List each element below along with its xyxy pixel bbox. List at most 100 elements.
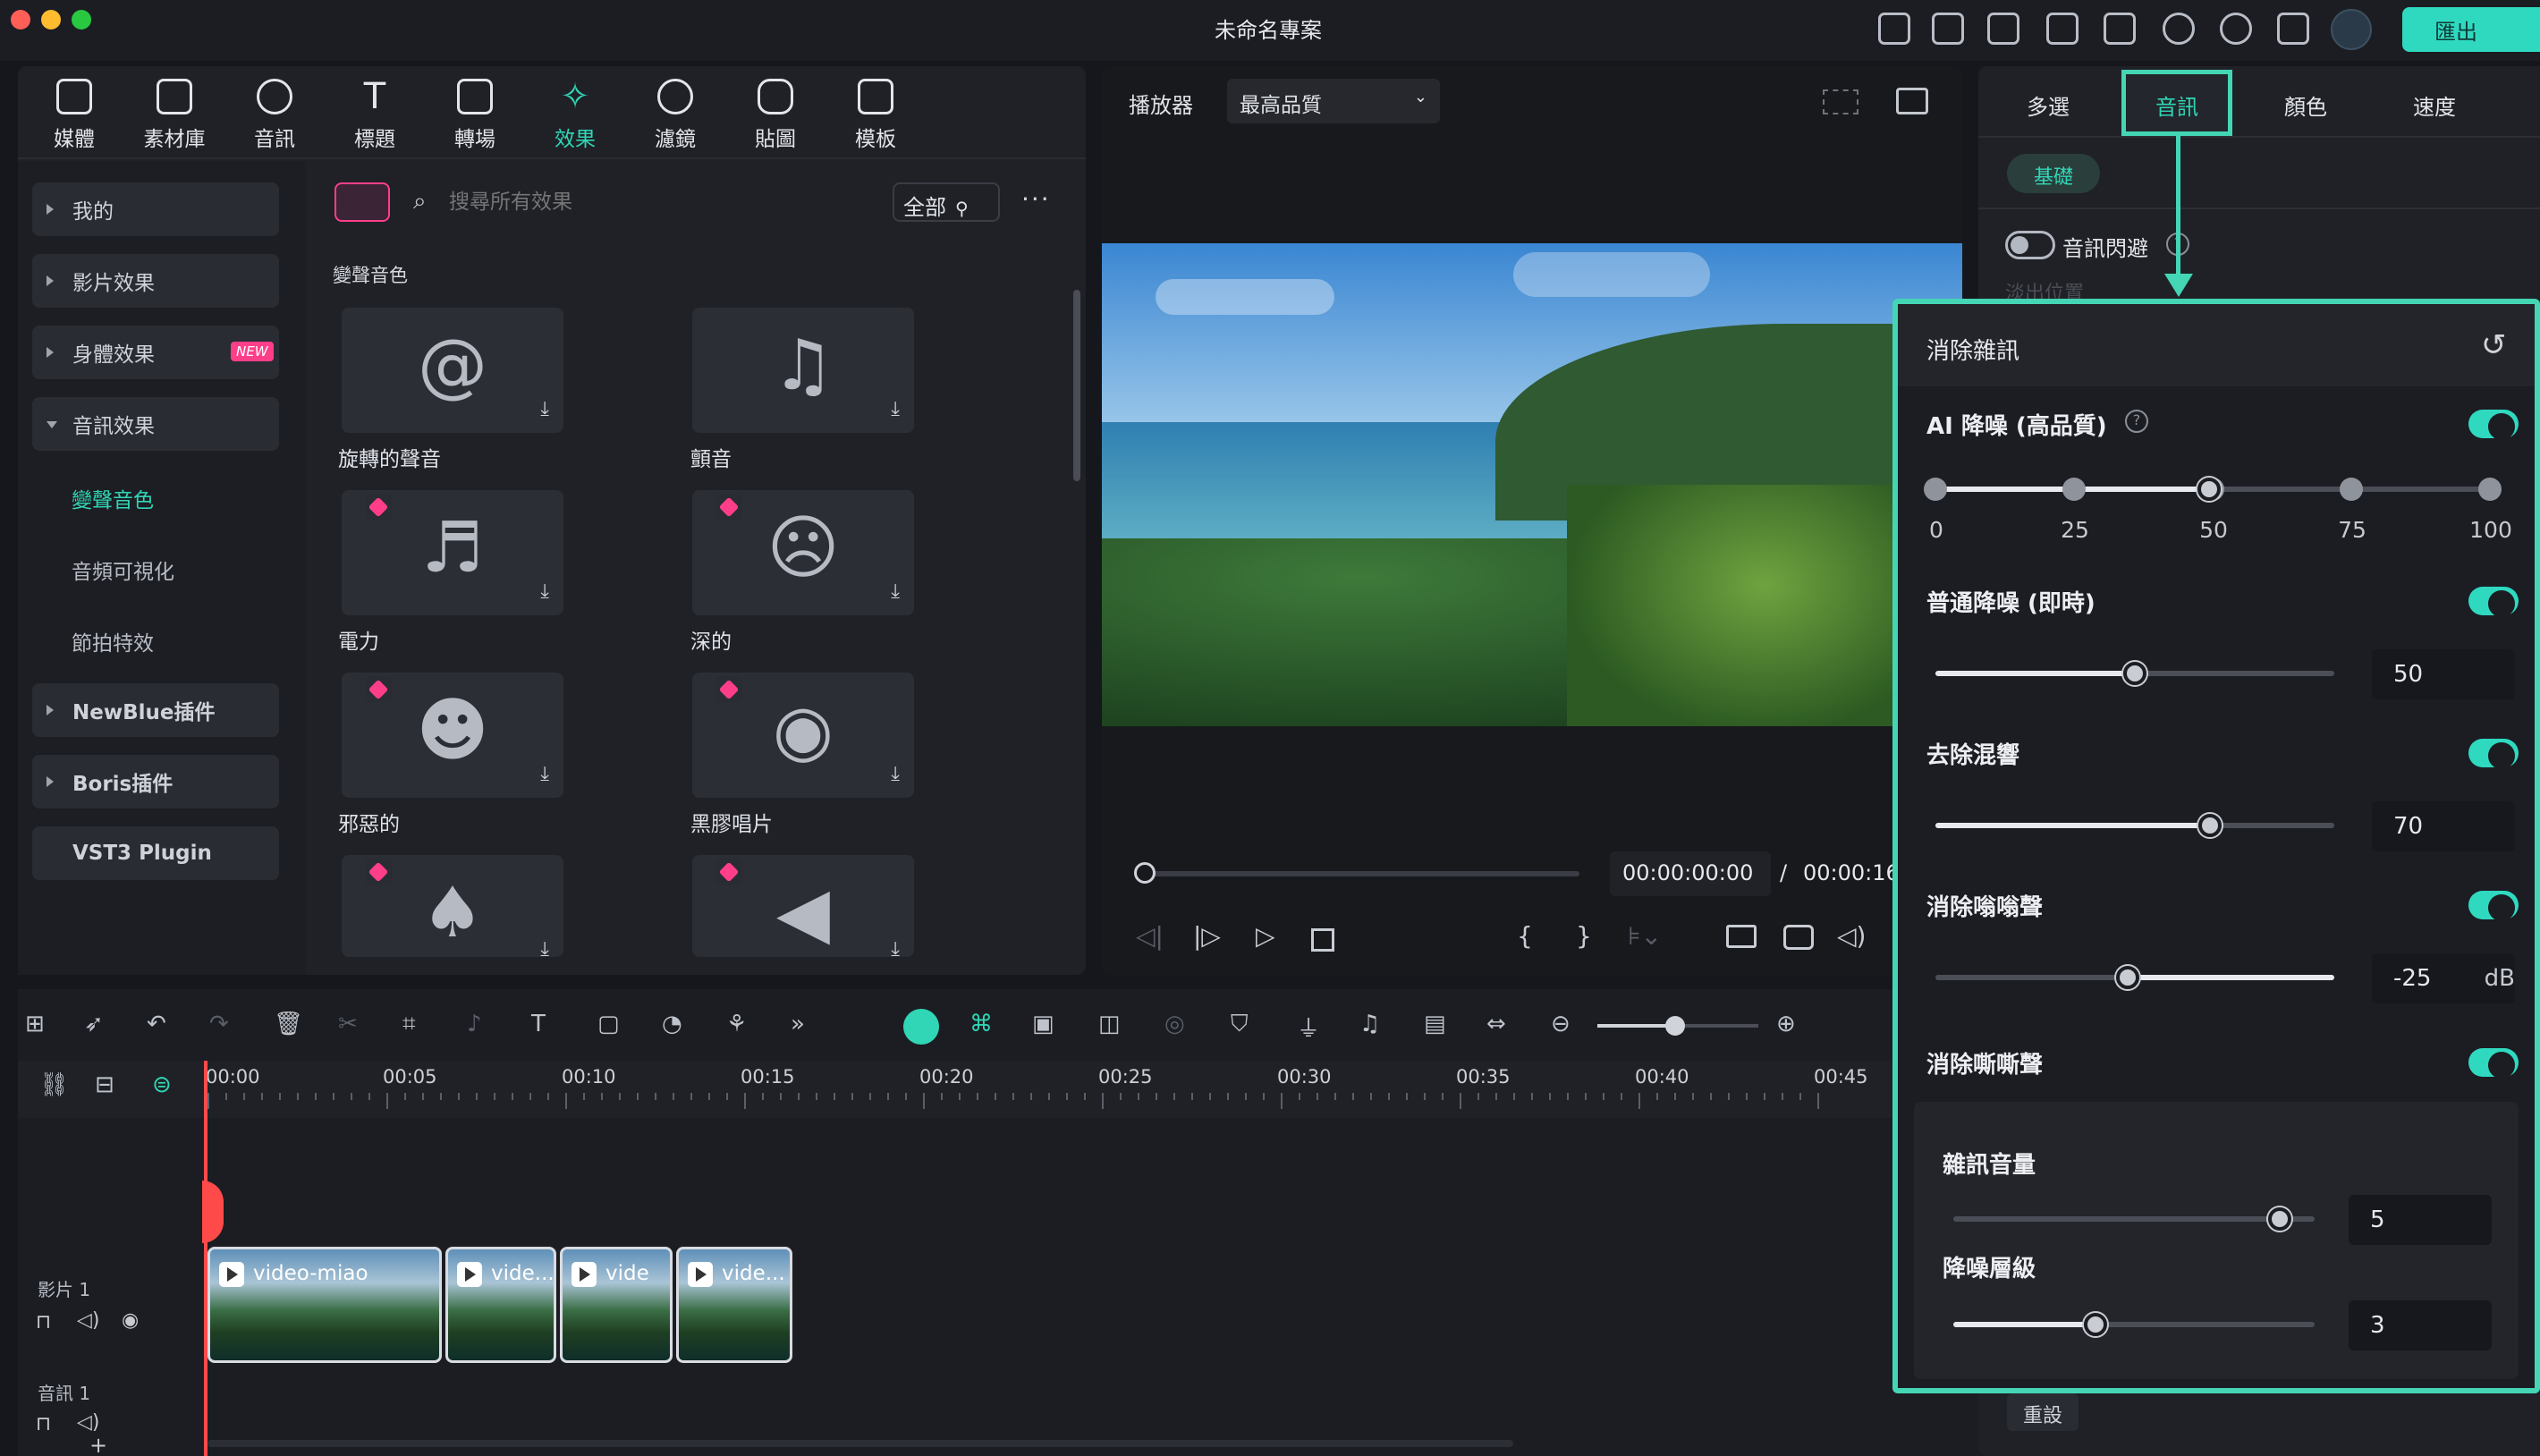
audio-edit-icon[interactable]: ♪ — [467, 1011, 482, 1037]
slider-knob[interactable] — [2197, 478, 2221, 501]
apps-grid-icon[interactable] — [2277, 13, 2309, 45]
toolbar-stickers[interactable]: 貼圖 — [735, 79, 816, 152]
toolbar-effects[interactable]: ✧ 效果 — [535, 79, 615, 152]
redo-icon[interactable]: ↷ — [209, 1011, 229, 1037]
video-clip[interactable]: vide... — [676, 1247, 792, 1363]
text-tool-icon[interactable]: T — [531, 1011, 546, 1037]
shield-icon[interactable]: ⛉ — [1231, 1011, 1249, 1038]
normal-denoise-toggle[interactable] — [2468, 587, 2519, 617]
microphone-icon[interactable]: ⏚ — [1297, 1011, 1320, 1044]
timeline-scrollbar[interactable] — [207, 1440, 1513, 1447]
video-clip[interactable]: vide... — [445, 1247, 556, 1363]
toolbar-templates[interactable]: 模板 — [835, 79, 916, 152]
stabilize-icon[interactable]: ◎ — [1164, 1011, 1185, 1037]
premium-store-icon[interactable] — [334, 182, 390, 222]
avatar[interactable] — [2331, 9, 2372, 50]
effect-card[interactable]: @ ⤓ — [342, 308, 563, 433]
toolbar-stock[interactable]: 素材庫 — [134, 79, 215, 152]
effects-scrollbar[interactable] — [1073, 290, 1080, 481]
player-progress-knob[interactable] — [1134, 862, 1156, 884]
effect-card[interactable]: ☻ ⤓ — [342, 673, 563, 798]
stop-icon[interactable] — [1311, 928, 1334, 952]
select-tool-icon[interactable]: ➶ — [84, 1011, 104, 1037]
tab-audio[interactable]: 音訊 — [2123, 89, 2231, 121]
fit-icon[interactable]: ⇔ — [1486, 1011, 1506, 1037]
toolbar-media[interactable]: 媒體 — [34, 79, 114, 152]
basic-chip[interactable]: 基礎 — [2007, 154, 2100, 193]
send-icon[interactable] — [1932, 13, 1964, 45]
download-icon[interactable]: ⤓ — [891, 763, 900, 785]
ai-cut-icon[interactable]: ⌘ — [969, 1011, 993, 1037]
hum-knob[interactable] — [2116, 966, 2139, 989]
video-clip[interactable]: vide — [560, 1247, 673, 1363]
grid-view-icon[interactable] — [1823, 89, 1858, 114]
add-track-icon[interactable]: ⊟ — [95, 1071, 114, 1098]
mute-icon[interactable]: ◁) — [77, 1411, 100, 1434]
noise-volume-value[interactable]: 5 — [2349, 1195, 2492, 1245]
dereverb-toggle[interactable] — [2468, 739, 2519, 769]
delete-icon[interactable]: 🗑 — [274, 1011, 303, 1037]
export-button[interactable]: 匯出 — [2402, 7, 2540, 52]
zoom-in-icon[interactable]: ⊕ — [1776, 1011, 1796, 1037]
insert-icon[interactable]: ⊧⌄ — [1628, 921, 1662, 951]
hiss-toggle[interactable] — [2468, 1048, 2519, 1079]
prev-frame-icon[interactable]: ◁| — [1136, 921, 1164, 951]
mark-in-icon[interactable]: { — [1517, 921, 1533, 951]
noise-volume-knob[interactable] — [2268, 1207, 2291, 1231]
effect-card[interactable]: ♬ ⤓ — [342, 490, 563, 615]
lock-icon[interactable]: ⊓ — [36, 1413, 51, 1435]
split-icon[interactable]: ✂ — [338, 1011, 358, 1037]
link-icon[interactable]: ⛓ — [39, 1071, 69, 1098]
category-audio-effects[interactable]: 音訊效果 — [32, 397, 279, 451]
effect-card[interactable]: ☹ ⤓ — [692, 490, 914, 615]
download-icon[interactable]: ⤓ — [540, 763, 549, 785]
display-icon[interactable] — [1726, 925, 1757, 948]
ai-assistant-icon[interactable] — [903, 1009, 939, 1045]
auto-caption-icon[interactable]: ▤ — [1424, 1011, 1446, 1037]
snapshot-camera-icon[interactable] — [1783, 925, 1814, 950]
tab-color[interactable]: 顏色 — [2252, 89, 2359, 121]
dereverb-value[interactable]: 70 — [2372, 801, 2515, 851]
ai-camera-icon[interactable]: ◫ — [1098, 1011, 1121, 1037]
hum-value[interactable]: -25 dB — [2372, 953, 2515, 1003]
cloud-upload-icon[interactable] — [2163, 13, 2195, 45]
subcategory-voice-changer[interactable]: 變聲音色 — [72, 483, 154, 513]
checklist-icon[interactable] — [1987, 13, 2019, 45]
layout-grid-icon[interactable]: ⊞ — [25, 1011, 45, 1037]
download-icon[interactable]: ⤓ — [891, 938, 900, 961]
effect-card[interactable]: ◀ ⤓ — [692, 855, 914, 961]
effect-card[interactable]: ◉ ⤓ — [692, 673, 914, 798]
download-icon[interactable]: ⤓ — [891, 580, 900, 603]
quality-dropdown[interactable]: 最高品質 ⌄ — [1227, 79, 1440, 123]
minimize-window-button[interactable] — [41, 10, 61, 30]
download-icon[interactable]: ⤓ — [891, 398, 900, 420]
denoise-level-value[interactable]: 3 — [2349, 1300, 2492, 1350]
save-icon[interactable] — [2104, 13, 2136, 45]
reset-icon[interactable]: ↺ — [2481, 327, 2507, 363]
audio-track-icon[interactable]: ♫ — [1359, 1011, 1380, 1037]
crop-icon[interactable]: ⌗ — [402, 1011, 416, 1038]
add-icon[interactable]: + — [89, 1433, 107, 1456]
toolbar-audio[interactable]: 音訊 — [234, 79, 315, 152]
subcategory-beat-effects[interactable]: 節拍特效 — [72, 626, 154, 656]
reset-button[interactable]: 重設 — [2007, 1393, 2079, 1431]
color-icon[interactable]: ⚘ — [726, 1011, 747, 1037]
play-icon[interactable]: ▷ — [1256, 921, 1275, 951]
toolbar-titles[interactable]: T 標題 — [334, 79, 415, 152]
headset-icon[interactable] — [2220, 13, 2252, 45]
category-boris[interactable]: Boris插件 — [32, 755, 279, 808]
category-vst3[interactable]: VST3 Plugin — [32, 826, 279, 880]
next-frame-icon[interactable]: |▷ — [1193, 921, 1221, 951]
effect-card[interactable]: ♠ ⤓ — [342, 855, 563, 961]
toolbar-filters[interactable]: 濾鏡 — [635, 79, 715, 152]
speed-icon[interactable]: ◔ — [662, 1011, 682, 1037]
volume-icon[interactable]: ◁) — [1837, 921, 1866, 951]
image-icon[interactable] — [1896, 88, 1928, 114]
tab-multi-select[interactable]: 多選 — [1994, 89, 2102, 121]
dereverb-knob[interactable] — [2198, 814, 2222, 837]
normal-denoise-knob[interactable] — [2123, 662, 2146, 685]
download-icon[interactable]: ⤓ — [540, 938, 549, 961]
video-clip[interactable]: video-miao — [207, 1247, 442, 1363]
auto-reframe-icon[interactable]: ▣ — [1032, 1011, 1054, 1037]
download-icon[interactable]: ⤓ — [540, 398, 549, 420]
